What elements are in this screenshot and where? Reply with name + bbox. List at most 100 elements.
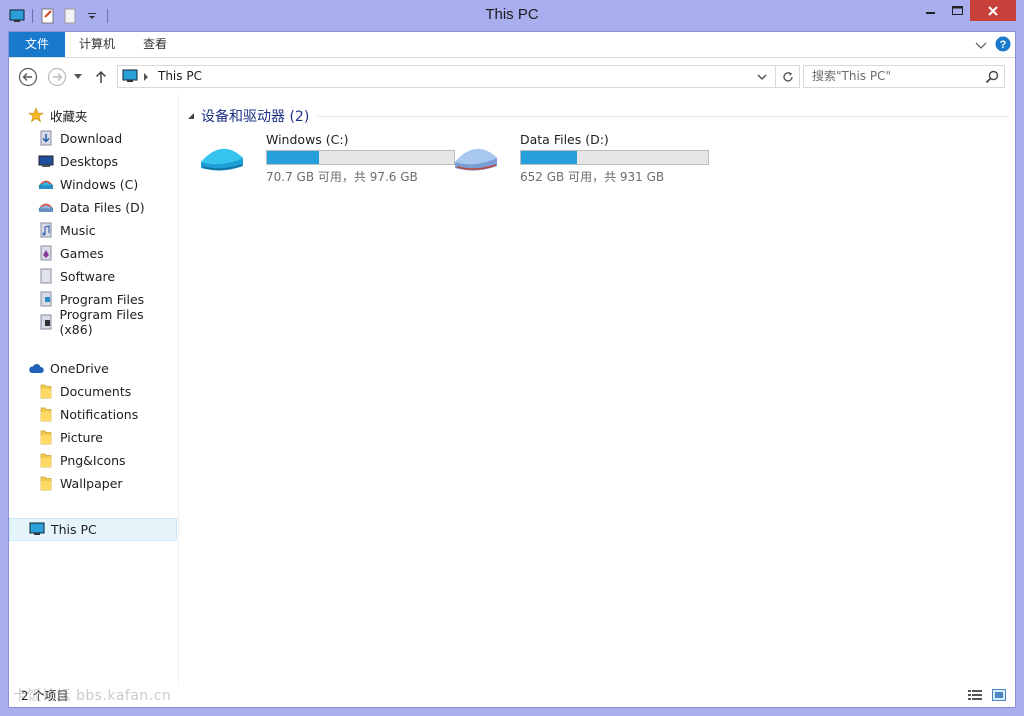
expand-ribbon-icon[interactable] [975,39,987,53]
sidebar-item-games[interactable]: Games [9,242,177,264]
sidebar-item-software[interactable]: Software [9,265,177,287]
drive-item-c[interactable]: Windows (C:) 70.7 GB 可用，共 97.6 GB [197,132,455,184]
status-bar: 2 个项目 卡饭论坛 bbs.kafan.cn [9,683,1015,707]
group-title: 设备和驱动器 (2) [201,109,310,125]
drive-free-space: 70.7 GB 可用，共 97.6 GB [266,170,418,184]
folder-icon [38,475,54,491]
recent-locations-icon[interactable] [71,67,85,87]
sidebar-item-picture[interactable]: Picture [9,426,177,448]
sidebar-item-this-pc[interactable]: This PC [9,518,177,541]
sidebar-item-label: Music [60,222,96,238]
sidebar-item-onedrive[interactable]: OneDrive [9,357,177,379]
collapse-triangle-icon[interactable] [187,112,195,120]
download-folder-icon [38,130,54,146]
chevron-right-icon[interactable] [143,71,149,85]
sidebar-item-label: This PC [51,522,97,537]
sidebar-item-windows-c[interactable]: Windows (C) [9,173,177,195]
folder-icon [38,314,54,330]
drive-icon [455,148,497,171]
drive-icon [201,148,243,171]
details-view-icon[interactable] [967,687,983,703]
sidebar-item-png-icons[interactable]: Png&Icons [9,449,177,471]
tab-computer[interactable]: 计算机 [67,32,127,57]
sidebar-item-documents[interactable]: Documents [9,380,177,402]
search-icon[interactable] [984,69,1000,85]
search-box [803,65,1005,88]
window-body: 文件 计算机 查看 ? This PC 搜索"This PC" 收藏夹 Down… [8,31,1016,708]
folder-icon [38,429,54,445]
group-header[interactable]: 设备和驱动器 (2) [187,106,1009,126]
sidebar-item-label: Png&Icons [60,452,126,468]
window-controls [918,0,1016,22]
cloud-icon [28,360,44,376]
close-button[interactable] [970,0,1016,21]
tab-view[interactable]: 查看 [129,32,181,57]
drive-name: Data Files (D:) [520,132,609,147]
sidebar-item-label: Software [60,268,116,284]
sidebar-item-label: Wallpaper [60,475,123,491]
sidebar-item-favorites[interactable]: 收藏夹 [9,104,177,126]
sidebar-item-label: 收藏夹 [50,108,88,124]
window-title: This PC [485,6,539,23]
forward-button[interactable] [47,67,67,87]
ribbon-tabs: 文件 计算机 查看 ? [9,32,1015,58]
minimize-button[interactable] [918,0,944,21]
computer-icon [122,69,138,87]
sidebar-item-label: Program Files [60,291,145,307]
folder-icon [38,268,54,284]
sidebar-item-label: OneDrive [50,360,109,376]
sidebar-item-program-files-x86[interactable]: Program Files (x86) [9,307,177,337]
star-icon [28,107,44,123]
chevron-down-icon[interactable] [755,68,769,86]
desktop-icon [38,153,54,169]
sidebar-item-wallpaper[interactable]: Wallpaper [9,472,177,494]
watermark: 卡饭论坛 bbs.kafan.cn [13,688,172,704]
large-icons-view-icon[interactable] [991,687,1007,703]
up-button[interactable] [93,67,109,87]
music-folder-icon [38,222,54,238]
sidebar-item-label: Download [60,130,123,146]
folder-icon [38,291,54,307]
content-pane: 设备和驱动器 (2) Windows (C:) 70.7 GB 可用，共 97.… [181,94,1015,684]
breadcrumb[interactable]: This PC [158,69,202,83]
maximize-button[interactable] [944,0,970,21]
sidebar-item-desktops[interactable]: Desktops [9,150,177,172]
ribbon-controls: ? [975,36,1011,55]
explorer-window: This PC 文件 计算机 查看 ? This PC 搜索"This PC" … [0,0,1024,716]
drive-icon [38,176,54,192]
view-switcher [967,687,1007,703]
sidebar-item-label: Data Files (D) [60,199,145,215]
capacity-fill [267,151,319,164]
svg-text:?: ? [1000,39,1007,51]
sidebar-item-download[interactable]: Download [9,127,177,149]
group-divider [317,115,1009,117]
computer-icon [29,522,45,538]
navigation-pane: 收藏夹 Download Desktops Windows (C) Data F… [9,94,179,684]
sidebar-item-data-files-d[interactable]: Data Files (D) [9,196,177,218]
drive-icon [38,199,54,215]
sidebar-item-notifications[interactable]: Notifications [9,403,177,425]
sidebar-item-label: Windows (C) [60,176,139,192]
drive-name: Windows (C:) [266,132,349,147]
drive-item-d[interactable]: Data Files (D:) 652 GB 可用，共 931 GB [451,132,709,184]
sidebar-item-label: Picture [60,429,103,445]
sidebar-item-label: Notifications [60,406,139,422]
capacity-bar [266,150,455,165]
folder-icon [38,406,54,422]
capacity-bar [520,150,709,165]
sidebar-item-music[interactable]: Music [9,219,177,241]
folder-icon [38,383,54,399]
address-bar[interactable]: This PC [117,65,800,88]
folder-icon [38,452,54,468]
sidebar-item-label: Games [60,245,104,261]
refresh-button[interactable] [775,66,799,87]
address-row: This PC [9,59,1015,93]
games-folder-icon [38,245,54,261]
sidebar-item-label: Documents [60,383,132,399]
tab-file[interactable]: 文件 [9,32,65,57]
sidebar-item-label: Desktops [60,153,119,169]
help-icon[interactable]: ? [995,36,1011,55]
capacity-fill [521,151,578,164]
search-input[interactable] [812,69,972,83]
back-button[interactable] [18,67,38,87]
